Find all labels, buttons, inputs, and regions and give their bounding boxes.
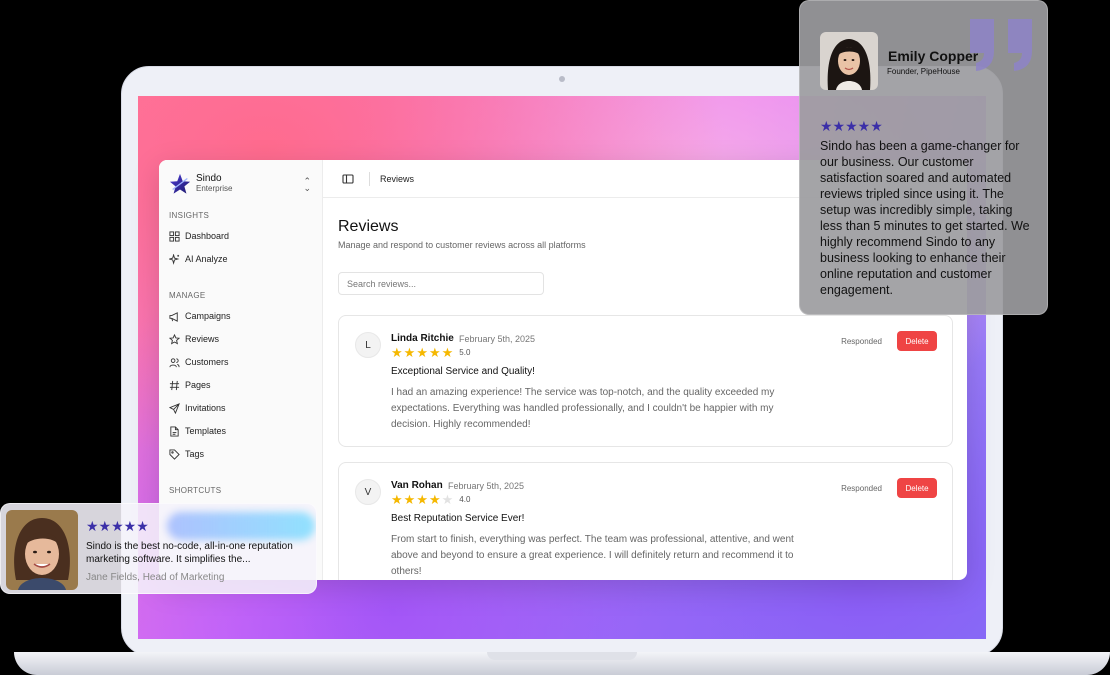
status-badge: Responded: [841, 484, 882, 493]
sidebar-item-ai-analyze[interactable]: AI Analyze: [167, 249, 315, 269]
mini-testimonial-photo: [6, 510, 78, 590]
sidebar-item-label: Invitations: [185, 403, 226, 413]
sidebar-item-label: AI Analyze: [185, 254, 228, 264]
star-empty-icon: ★: [441, 492, 454, 507]
review-body: From start to finish, everything was per…: [391, 534, 794, 577]
section-label-shortcuts: SHORTCUTS: [169, 486, 222, 495]
star-rating: ★ ★ ★ ★ ★ 5.0: [391, 346, 470, 359]
star-filled-icon: ★: [416, 492, 428, 507]
mini-testimonial-stars: ★★★★★: [86, 518, 149, 534]
sidebar-item-label: Pages: [185, 380, 211, 390]
page-subtitle: Manage and respond to customer reviews a…: [338, 240, 586, 250]
sidebar-item-dashboard[interactable]: Dashboard: [167, 226, 315, 246]
chevron-up-down-icon[interactable]: ⌃ ⌄: [303, 177, 311, 193]
star-filled-icon: ★: [403, 492, 416, 507]
sidebar-item-label: Templates: [185, 426, 227, 436]
delete-button[interactable]: Delete: [897, 331, 937, 351]
sidebar-item-templates[interactable]: Templates: [167, 421, 315, 441]
testimonial-stars: ★★★★★: [820, 118, 883, 134]
reviewer-name: Linda Ritchie: [391, 333, 454, 344]
laptop-camera: [559, 76, 565, 82]
review-card: L Linda Ritchie February 5th, 2025 ★ ★ ★…: [338, 315, 953, 447]
star-filled-icon: ★: [441, 345, 454, 360]
star-filled-icon: ★: [391, 345, 403, 360]
topbar-divider: [369, 171, 370, 186]
sidebar-item-label: Campaigns: [185, 311, 231, 321]
breadcrumb[interactable]: Reviews: [380, 174, 414, 184]
review-date: February 5th, 2025: [448, 481, 525, 491]
brand-plan: Enterprise: [196, 184, 233, 193]
star-filled-icon: ★: [403, 345, 416, 360]
sidebar-item-reviews[interactable]: Reviews: [167, 329, 315, 349]
testimonial-author-name: Emily Copper: [888, 48, 979, 64]
rating-value: 5.0: [459, 348, 471, 357]
quote-icon: [970, 19, 1032, 71]
review-title: Exceptional Service and Quality!: [391, 366, 535, 377]
mini-testimonial-card: ★★★★★ Sindo is the best no-code, all-in-…: [0, 503, 317, 594]
workspace-switcher[interactable]: Sindo Enterprise ⌃ ⌄: [169, 170, 319, 198]
star-filled-icon: ★: [391, 492, 403, 507]
status-badge: Responded: [841, 337, 882, 346]
laptop-base-notch: [487, 652, 637, 660]
review-card: V Van Rohan February 5th, 2025 ★ ★ ★ ★ ★…: [338, 462, 953, 580]
megaphone-icon: [169, 311, 178, 322]
rating-value: 4.0: [459, 495, 471, 504]
testimonial-photo: [820, 32, 878, 90]
search-input[interactable]: [338, 272, 544, 295]
star-filled-icon: ★: [428, 345, 441, 360]
sparkles-icon: [169, 253, 180, 265]
star-filled-icon: ★: [428, 492, 441, 507]
sidebar-item-tags[interactable]: Tags: [167, 444, 315, 464]
mini-testimonial-quote: Sindo is the best no-code, all-in-one re…: [86, 541, 293, 565]
avatar: V: [355, 479, 381, 505]
sidebar-item-label: Dashboard: [185, 231, 230, 241]
send-icon: [169, 402, 180, 414]
reviewer-name: Van Rohan: [391, 480, 443, 491]
hash-icon: [169, 380, 180, 390]
sidebar-item-label: Reviews: [185, 334, 220, 344]
review-date: February 5th, 2025: [459, 334, 536, 344]
sidebar-item-campaigns[interactable]: Campaigns: [167, 306, 315, 326]
page-title: Reviews: [338, 218, 399, 235]
sidebar-item-label: Customers: [185, 357, 229, 367]
users-icon: [169, 357, 180, 367]
star-filled-icon: ★: [416, 345, 428, 360]
decorative-blur: [167, 512, 315, 540]
sidebar-item-pages[interactable]: Pages: [167, 375, 315, 395]
testimonial-author-role: Founder, PipeHouse: [887, 67, 960, 76]
star-rating: ★ ★ ★ ★ ★ 4.0: [391, 493, 470, 506]
delete-button[interactable]: Delete: [897, 478, 937, 498]
tag-icon: [169, 448, 180, 460]
star-icon: [169, 333, 180, 345]
section-label-manage: MANAGE: [169, 291, 206, 300]
grid-icon: [169, 230, 180, 242]
sidebar-item-label: Tags: [185, 449, 205, 459]
sindo-logo-icon: [169, 173, 191, 194]
brand-name: Sindo: [196, 173, 222, 184]
review-title: Best Reputation Service Ever!: [391, 513, 525, 524]
section-label-insights: INSIGHTS: [169, 211, 210, 220]
testimonial-quote: Sindo has been a game-changer for our bu…: [820, 139, 1030, 297]
mini-testimonial-author: Jane Fields, Head of Marketing: [86, 572, 225, 583]
file-icon: [170, 425, 179, 437]
sidebar-item-invitations[interactable]: Invitations: [167, 398, 315, 418]
review-body: I had an amazing experience! The service…: [391, 387, 775, 430]
sidebar-item-customers[interactable]: Customers: [167, 352, 315, 372]
sidebar-toggle-icon[interactable]: [341, 172, 355, 186]
avatar: L: [355, 332, 381, 358]
